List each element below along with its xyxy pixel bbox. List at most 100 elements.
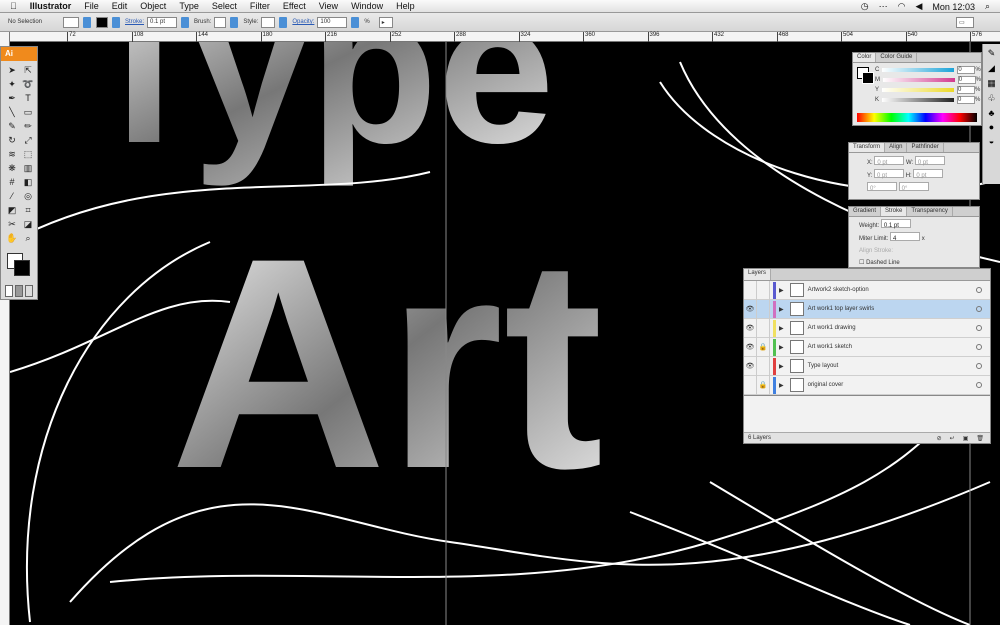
layer-target-icon[interactable] — [976, 306, 982, 312]
tab-color[interactable]: Color — [853, 53, 877, 62]
style-select[interactable] — [261, 16, 276, 28]
brush-select[interactable] — [214, 16, 227, 28]
slice-tool-icon[interactable]: ✂ — [5, 218, 19, 230]
channel-slider-track[interactable] — [882, 98, 955, 102]
layer-target-icon[interactable] — [976, 325, 982, 331]
eyedropper-tool-icon[interactable]: ⁄ — [5, 190, 19, 202]
appearance-icon[interactable]: ● — [989, 122, 994, 132]
lock-toggle[interactable] — [757, 280, 770, 300]
fill-color-swatch[interactable] — [63, 16, 79, 28]
bluetooth-icon[interactable]: ⋯ — [879, 1, 888, 12]
expand-triangle-icon[interactable]: ▶ — [779, 363, 784, 370]
layer-name[interactable]: Type layout — [808, 363, 976, 369]
color-slider-k[interactable]: K 0% — [853, 95, 981, 105]
opacity-dropdown[interactable] — [351, 16, 360, 28]
channel-value-input[interactable]: 0 — [957, 96, 976, 104]
tab-gradient[interactable]: Gradient — [849, 207, 882, 216]
x-input[interactable]: 0 pt — [874, 156, 905, 166]
layer-target-icon[interactable] — [976, 382, 982, 388]
layer-name[interactable]: Art work1 top layer swirls — [808, 306, 976, 312]
expand-triangle-icon[interactable]: ▶ — [779, 382, 784, 389]
blend-tool-icon[interactable]: ◎ — [21, 190, 35, 202]
shear-input[interactable]: 0° — [898, 182, 929, 192]
dashed-line-checkbox[interactable]: ☐ — [859, 260, 864, 266]
pen-tool-icon[interactable]: ✒ — [5, 92, 19, 104]
expand-triangle-icon[interactable]: ▶ — [779, 287, 784, 294]
stroke-weight-dropdown[interactable] — [181, 16, 190, 28]
visibility-toggle[interactable] — [744, 375, 757, 395]
lock-toggle[interactable] — [757, 318, 770, 338]
channel-value-input[interactable]: 0 — [957, 86, 976, 94]
menu-window[interactable]: Window — [351, 1, 383, 11]
layer-row[interactable]: 👁 🔒 ▶ Art work1 sketch — [744, 337, 990, 357]
miter-input[interactable]: 4 — [890, 232, 921, 242]
mesh-tool-icon[interactable]: # — [5, 176, 19, 188]
menu-select[interactable]: Select — [212, 1, 237, 11]
tab-color-guide[interactable]: Color Guide — [876, 53, 918, 62]
fill-dropdown[interactable] — [83, 16, 91, 28]
brushes-icon[interactable]: ✎ — [988, 48, 996, 59]
layer-row[interactable]: 👁 ▶ Art work1 top layer swirls — [744, 299, 990, 319]
warp-tool-icon[interactable]: ≋ — [5, 148, 19, 160]
stroke-dropdown[interactable] — [112, 16, 120, 28]
lock-icon[interactable]: 🔒 — [757, 375, 770, 395]
rectangle-tool-icon[interactable]: ▭ — [21, 106, 35, 118]
crop-tool-icon[interactable]: ⌗ — [21, 204, 35, 216]
lock-toggle[interactable] — [757, 356, 770, 376]
h-input[interactable]: 0 pt — [913, 169, 944, 179]
layer-target-icon[interactable] — [976, 344, 982, 350]
visibility-toggle[interactable] — [744, 280, 757, 300]
lasso-tool-icon[interactable]: ➰ — [21, 78, 35, 90]
wifi-icon[interactable]: ◠ — [898, 1, 906, 12]
delete-layer-icon[interactable]: 🗑 — [976, 435, 984, 442]
layers-dock-icon[interactable]: ◒ — [989, 136, 994, 146]
layer-row[interactable]: 👁 ▶ Art work1 drawing — [744, 318, 990, 338]
gradient-tool-icon[interactable]: ◧ — [21, 176, 35, 188]
swatches-icon[interactable]: ▦ — [987, 78, 996, 89]
type-tool-icon[interactable]: T — [21, 92, 35, 104]
symbol-sprayer-tool-icon[interactable]: ❋ — [5, 162, 19, 174]
tab-transform[interactable]: Transform — [849, 143, 886, 152]
menu-file[interactable]: File — [84, 1, 99, 11]
menu-edit[interactable]: Edit — [112, 1, 128, 11]
opacity-input[interactable]: 100 — [317, 16, 348, 28]
selection-tool-icon[interactable]: ➤ — [5, 64, 19, 76]
gradient-panel-icon[interactable]: ◢ — [988, 63, 995, 74]
stroke-swatch[interactable] — [14, 260, 30, 276]
channel-value-input[interactable]: 0 — [957, 66, 976, 74]
rotate-tool-icon[interactable]: ↻ — [5, 134, 19, 146]
apple-menu-icon[interactable]:  — [10, 1, 17, 11]
layer-row[interactable]: 🔒 ▶ original cover — [744, 375, 990, 395]
menu-effect[interactable]: Effect — [283, 1, 306, 11]
y-input[interactable]: 0 pt — [874, 169, 905, 179]
rotate-input[interactable]: 0° — [867, 182, 897, 192]
menu-object[interactable]: Object — [140, 1, 166, 11]
stroke-label[interactable]: Stroke: — [125, 19, 144, 25]
lock-icon[interactable]: 🔒 — [757, 337, 770, 357]
opacity-label[interactable]: Opacity: — [292, 19, 314, 25]
menu-filter[interactable]: Filter — [250, 1, 270, 11]
graphic-styles-icon[interactable]: ♣ — [989, 108, 995, 118]
eye-icon[interactable]: 👁 — [744, 356, 757, 376]
symbols-icon[interactable]: ♧ — [987, 93, 995, 104]
tab-stroke[interactable]: Stroke — [881, 207, 908, 216]
layer-name[interactable]: Art work1 drawing — [808, 325, 976, 331]
expand-triangle-icon[interactable]: ▶ — [779, 306, 784, 313]
weight-input[interactable]: 0.1 pt — [880, 219, 911, 229]
pencil-tool-icon[interactable]: ✏ — [21, 120, 35, 132]
none-mode-button[interactable] — [25, 285, 33, 297]
control-options-button[interactable]: ▸ — [378, 16, 393, 28]
color-stroke-swatch[interactable] — [862, 72, 874, 84]
eraser-tool-icon[interactable]: ◪ — [21, 218, 35, 230]
free-transform-tool-icon[interactable]: ⬚ — [21, 148, 35, 160]
menu-type[interactable]: Type — [179, 1, 199, 11]
app-menu[interactable]: Illustrator — [30, 1, 72, 11]
layer-target-icon[interactable] — [976, 363, 982, 369]
expand-triangle-icon[interactable]: ▶ — [779, 344, 784, 351]
w-input[interactable]: 0 pt — [914, 156, 945, 166]
color-slider-y[interactable]: Y 0% — [853, 85, 981, 95]
layer-name[interactable]: original cover — [808, 382, 976, 388]
new-layer-icon[interactable]: ▣ — [963, 435, 969, 442]
stroke-weight-input[interactable]: 0.1 pt — [147, 16, 178, 28]
stroke-color-swatch[interactable] — [96, 16, 108, 28]
